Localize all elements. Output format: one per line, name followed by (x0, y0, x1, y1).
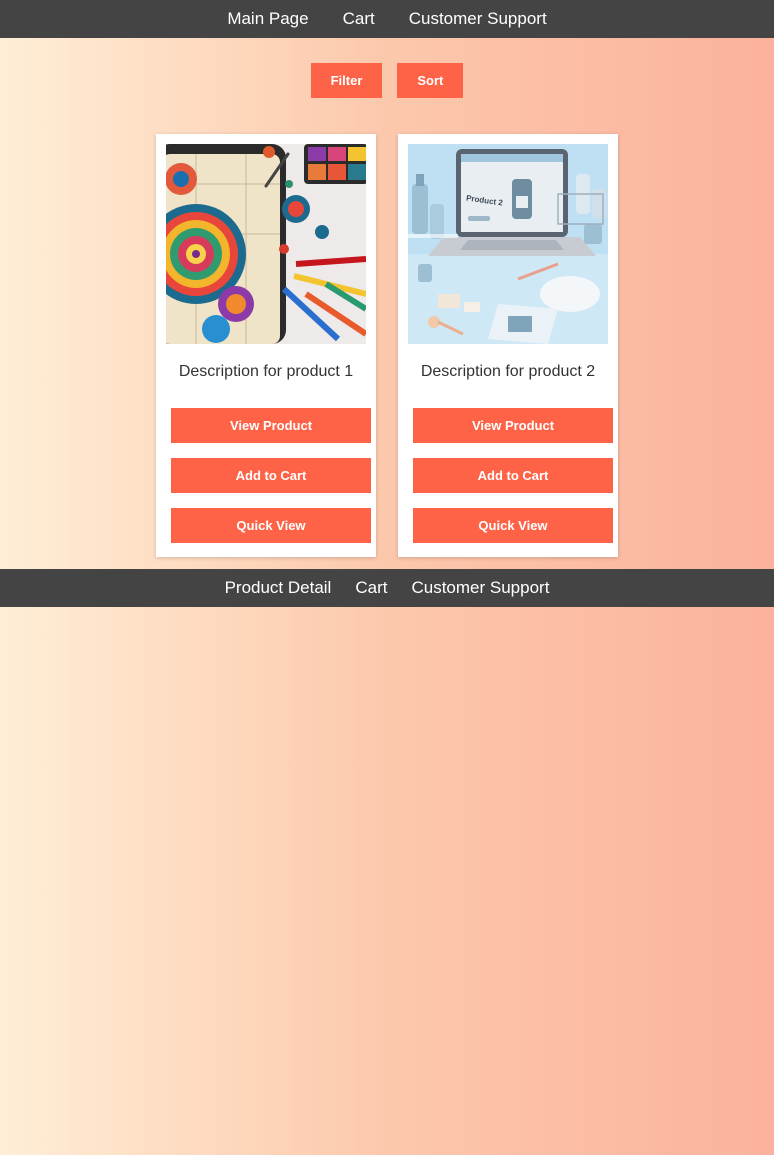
product-image[interactable]: Product 2 (408, 144, 608, 344)
view-product-button[interactable]: View Product (413, 408, 613, 443)
quick-view-button[interactable]: Quick View (413, 508, 613, 543)
add-to-cart-button[interactable]: Add to Cart (171, 458, 371, 493)
product-controls: Filter Sort (0, 63, 774, 98)
bottom-nav: Product Detail Cart Customer Support (0, 569, 774, 607)
product-description: Description for product 1 (178, 363, 354, 380)
nav-customer-support[interactable]: Customer Support (409, 9, 547, 29)
product-card: Description for product 1 View Product A… (156, 134, 376, 557)
product-card: Product 2 Description for product 2 View… (398, 134, 618, 557)
nav-cart[interactable]: Cart (355, 578, 387, 598)
nav-cart[interactable]: Cart (343, 9, 375, 29)
filter-button[interactable]: Filter (310, 63, 383, 98)
nav-main-page[interactable]: Main Page (227, 9, 308, 29)
product-image[interactable] (166, 144, 366, 344)
quick-view-button[interactable]: Quick View (171, 508, 371, 543)
add-to-cart-button[interactable]: Add to Cart (413, 458, 613, 493)
view-product-button[interactable]: View Product (171, 408, 371, 443)
nav-customer-support[interactable]: Customer Support (411, 578, 549, 598)
product-description: Description for product 2 (420, 363, 596, 380)
nav-product-detail[interactable]: Product Detail (225, 578, 332, 598)
sort-button[interactable]: Sort (397, 63, 464, 98)
top-nav: Main Page Cart Customer Support (0, 0, 774, 38)
